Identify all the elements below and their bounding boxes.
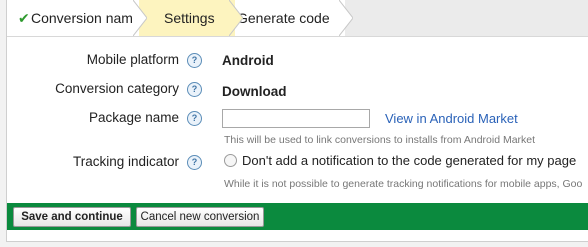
- no-notification-radio[interactable]: [224, 154, 237, 167]
- conversion-setup-panel: ✔ Conversion name Settings Generate code…: [6, 0, 588, 242]
- package-name-input[interactable]: [222, 109, 370, 128]
- mobile-platform-label: Mobile platform: [86, 52, 179, 67]
- tracking-indicator-hint: While it is not possible to generate tra…: [224, 178, 583, 190]
- help-icon[interactable]: ?: [187, 82, 202, 97]
- wizard-steps: ✔ Conversion name Settings Generate code: [7, 0, 588, 37]
- help-icon[interactable]: ?: [187, 155, 202, 170]
- package-name-hint: This will be used to link conversions to…: [224, 134, 536, 146]
- step-settings: Settings: [139, 0, 235, 36]
- step-separator-arrow: [229, 0, 243, 36]
- checkmark-icon: ✔: [18, 10, 30, 26]
- mobile-platform-value: Android: [222, 53, 274, 68]
- cancel-new-conversion-button[interactable]: Cancel new conversion: [136, 207, 264, 227]
- step-separator-arrow: [133, 0, 147, 36]
- step-label: Generate code: [237, 10, 330, 26]
- no-notification-option-label[interactable]: Don't add a notification to the code gen…: [242, 153, 576, 168]
- step-label: Conversion name: [31, 10, 141, 26]
- action-bar: Save and continue Cancel new conversion: [7, 203, 588, 230]
- help-icon[interactable]: ?: [187, 111, 202, 126]
- step-label: Settings: [164, 10, 215, 26]
- save-and-continue-button[interactable]: Save and continue: [13, 207, 131, 227]
- tracking-indicator-label: Tracking indicator: [72, 154, 179, 169]
- help-icon[interactable]: ?: [187, 53, 202, 68]
- step-generate-code: Generate code: [235, 0, 345, 36]
- view-in-android-market-link[interactable]: View in Android Market: [385, 111, 518, 126]
- conversion-category-value: Download: [222, 84, 287, 99]
- package-name-label: Package name: [88, 110, 179, 125]
- step-separator-arrow: [339, 0, 353, 36]
- conversion-category-label: Conversion category: [55, 81, 179, 96]
- step-conversion-name[interactable]: ✔ Conversion name: [7, 0, 141, 36]
